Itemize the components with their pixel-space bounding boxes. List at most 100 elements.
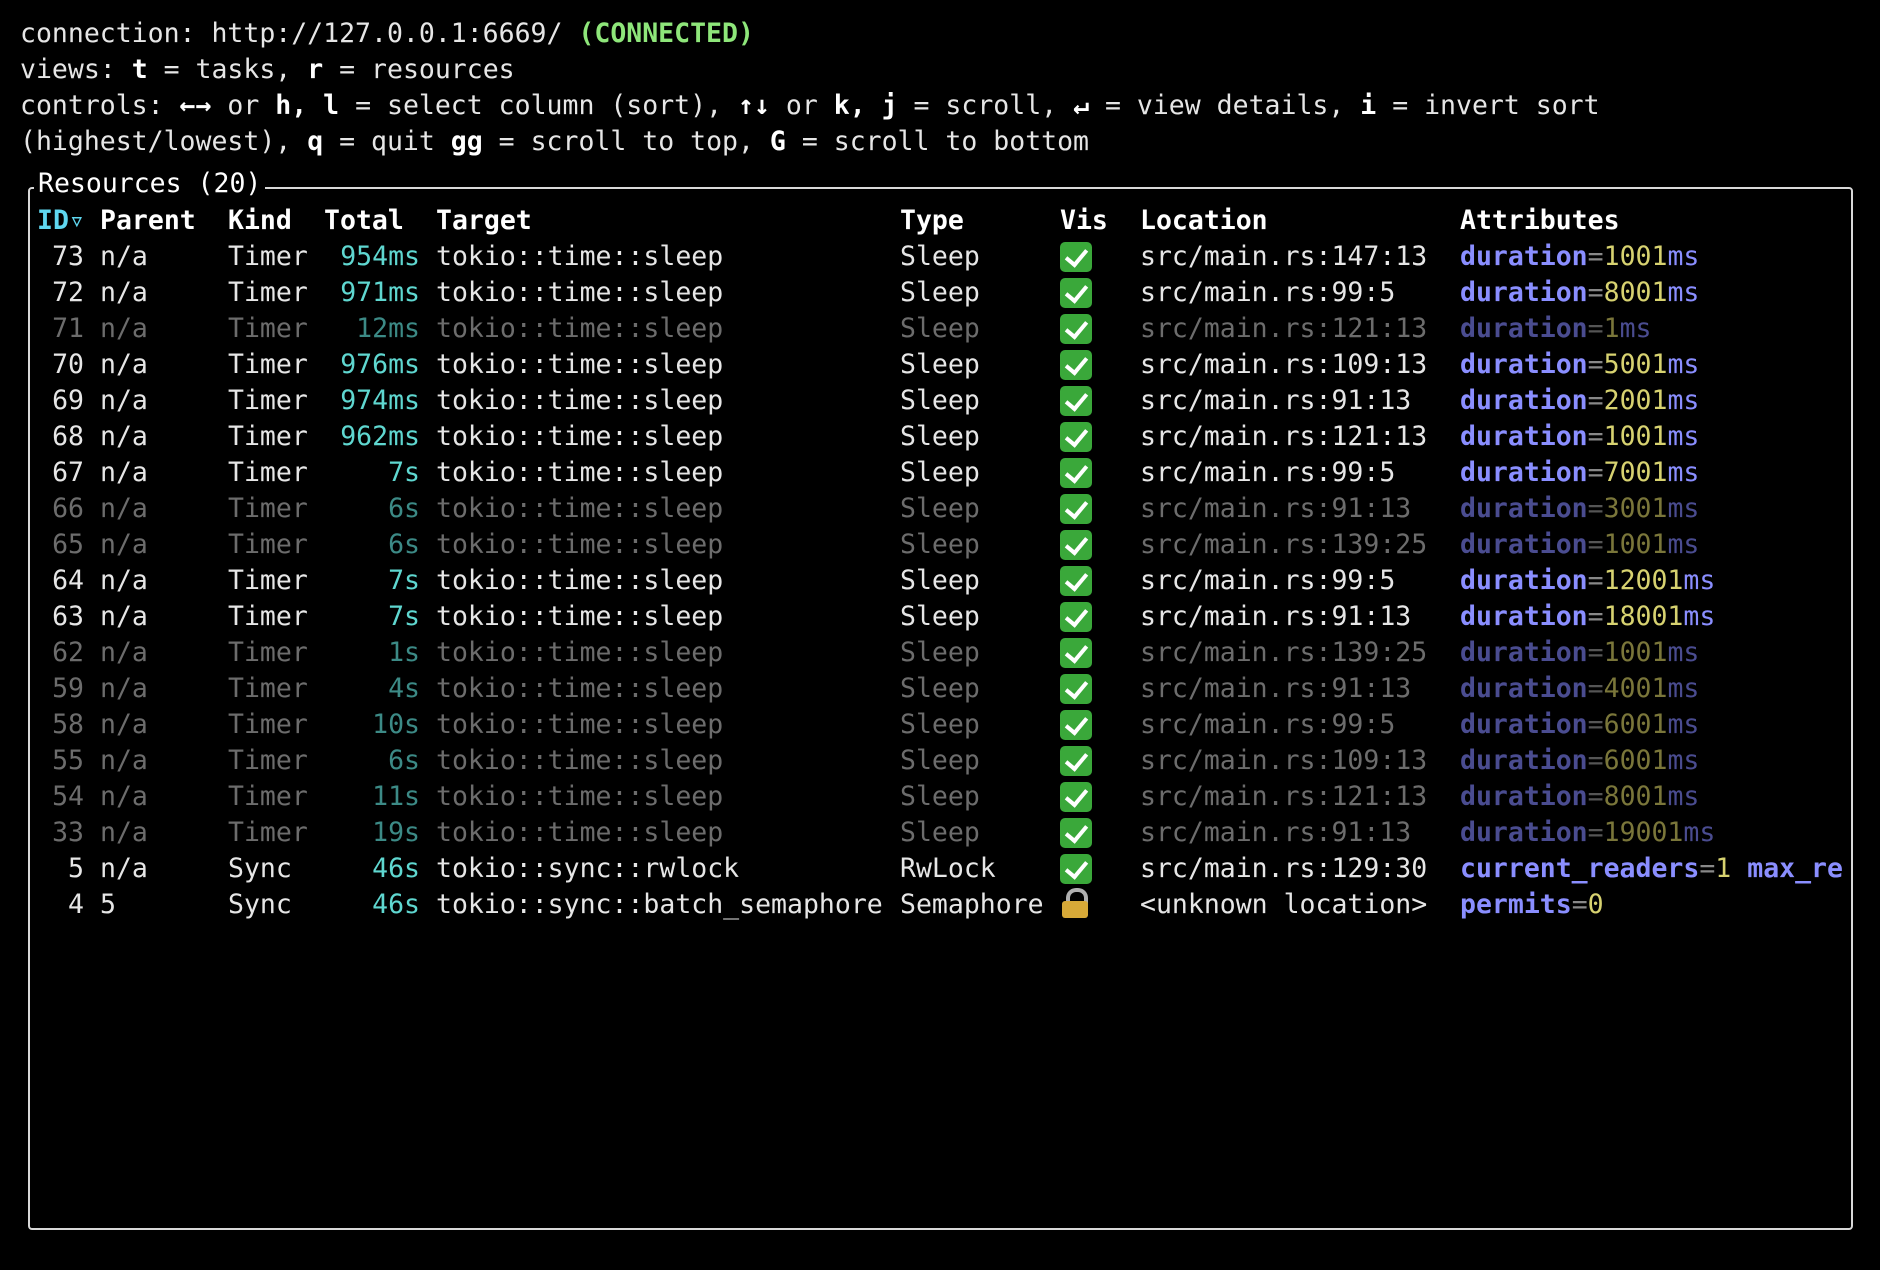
- attributes-cell: duration=3001ms: [1460, 491, 1846, 527]
- attribute-unit: ms: [1667, 349, 1700, 380]
- attributes-cell: duration=4001ms: [1460, 671, 1846, 707]
- cell-id: 73: [52, 241, 84, 272]
- attribute-equals: =: [1587, 601, 1604, 632]
- column-header-total[interactable]: Total: [324, 203, 420, 239]
- cell-location: src/main.rs:121:13: [1140, 313, 1428, 344]
- attribute-equals: =: [1587, 349, 1604, 380]
- cell-location: src/main.rs:129:30: [1140, 853, 1428, 884]
- attribute-unit: ms: [1683, 565, 1716, 596]
- cell-kind: Timer: [228, 781, 308, 812]
- connection-url: connection: http://127.0.0.1:6669/: [20, 18, 579, 49]
- key-hint: ↑↓: [737, 90, 770, 121]
- attribute-value: 1: [1603, 313, 1620, 344]
- column-header-location[interactable]: Location: [1140, 203, 1440, 239]
- attributes-cell: duration=1ms: [1460, 311, 1846, 347]
- cell-parent: n/a: [100, 493, 148, 524]
- attribute-equals: =: [1587, 241, 1604, 272]
- attribute-equals: =: [1587, 493, 1604, 524]
- column-header-vis[interactable]: Vis: [1060, 203, 1120, 239]
- cell-total: 7s: [388, 601, 420, 632]
- cell-type: Sleep: [900, 313, 980, 344]
- column-header-type[interactable]: Type: [900, 203, 1050, 239]
- attribute-key: duration: [1460, 673, 1588, 704]
- attributes-cell: duration=5001ms: [1460, 347, 1846, 383]
- cell-id: 5: [68, 853, 84, 884]
- visibility-cell: [1060, 491, 1120, 527]
- column-header-id[interactable]: ID▿: [37, 203, 84, 239]
- column-header-parent[interactable]: Parent: [100, 203, 210, 239]
- cell-kind: Timer: [228, 493, 308, 524]
- visibility-cell: [1060, 527, 1120, 563]
- attribute-key: duration: [1460, 313, 1588, 344]
- attribute-value: 6001: [1603, 745, 1668, 776]
- cell-target: tokio::time::sleep: [436, 745, 724, 776]
- cell-target: tokio::sync::rwlock: [436, 853, 740, 884]
- attribute-value: 1001: [1603, 241, 1668, 272]
- attribute-unit: ms: [1683, 601, 1716, 632]
- attributes-cell: permits=0: [1460, 887, 1846, 923]
- cell-total: 962ms: [340, 421, 420, 452]
- key-hint: i: [1360, 90, 1377, 121]
- cell-kind: Timer: [228, 601, 308, 632]
- attribute-value: 19001: [1603, 817, 1684, 848]
- connection-status: (CONNECTED): [578, 18, 754, 49]
- attribute-key: duration: [1460, 241, 1588, 272]
- visibility-cell: [1060, 851, 1120, 887]
- check-mark-icon: [1060, 530, 1092, 560]
- attribute-equals: =: [1587, 745, 1604, 776]
- cell-type: Sleep: [900, 709, 980, 740]
- key-hint: ←→: [179, 90, 212, 121]
- attribute-unit: ms: [1683, 817, 1716, 848]
- help-text: = scroll,: [897, 90, 1074, 121]
- key-hint: k, j: [833, 90, 898, 121]
- cell-target: tokio::time::sleep: [436, 601, 724, 632]
- cell-id: 71: [52, 313, 84, 344]
- key-hint: gg: [450, 126, 483, 157]
- cell-target: tokio::time::sleep: [436, 457, 724, 488]
- attribute-unit: ms: [1667, 745, 1700, 776]
- attribute-value: 8001: [1603, 781, 1668, 812]
- attribute-key: duration: [1460, 457, 1588, 488]
- cell-total: 7s: [388, 457, 420, 488]
- attribute-unit: ms: [1667, 673, 1700, 704]
- cell-id: 54: [52, 781, 84, 812]
- help-text: or: [211, 90, 276, 121]
- cell-location: src/main.rs:121:13: [1140, 781, 1428, 812]
- column-header-target[interactable]: Target: [436, 203, 896, 239]
- cell-parent: n/a: [100, 313, 148, 344]
- cell-kind: Timer: [228, 457, 308, 488]
- column-header-attributes[interactable]: Attributes: [1460, 203, 1846, 239]
- cell-location: src/main.rs:99:5: [1140, 457, 1396, 488]
- key-hint: r: [307, 54, 324, 85]
- cell-parent: n/a: [100, 565, 148, 596]
- lock-icon: [1060, 887, 1090, 919]
- cell-total: 46s: [372, 853, 420, 884]
- cell-target: tokio::time::sleep: [436, 817, 724, 848]
- check-mark-icon: [1060, 602, 1092, 632]
- cell-parent: n/a: [100, 349, 148, 380]
- check-mark-icon: [1060, 818, 1092, 848]
- cell-parent: 5: [100, 889, 116, 920]
- check-mark-icon: [1060, 242, 1092, 272]
- cell-id: 68: [52, 421, 84, 452]
- cell-location: src/main.rs:91:13: [1140, 673, 1412, 704]
- visibility-cell: [1060, 383, 1120, 419]
- column-header-kind[interactable]: Kind: [228, 203, 318, 239]
- cell-location: src/main.rs:139:25: [1140, 637, 1428, 668]
- cell-id: 65: [52, 529, 84, 560]
- cell-kind: Sync: [228, 853, 292, 884]
- visibility-cell: [1060, 815, 1120, 851]
- attribute-equals: =: [1587, 385, 1604, 416]
- visibility-cell: [1060, 779, 1120, 815]
- cell-total: 976ms: [340, 349, 420, 380]
- visibility-cell: [1060, 455, 1120, 491]
- attribute-key: duration: [1460, 493, 1588, 524]
- attribute-unit: ms: [1667, 385, 1700, 416]
- attributes-cell: duration=12001ms: [1460, 563, 1846, 599]
- cell-parent: n/a: [100, 421, 148, 452]
- attribute-key: duration: [1460, 349, 1588, 380]
- cell-total: 19s: [372, 817, 420, 848]
- cell-parent: n/a: [100, 529, 148, 560]
- attributes-cell: duration=6001ms: [1460, 743, 1846, 779]
- visibility-cell: [1060, 887, 1120, 923]
